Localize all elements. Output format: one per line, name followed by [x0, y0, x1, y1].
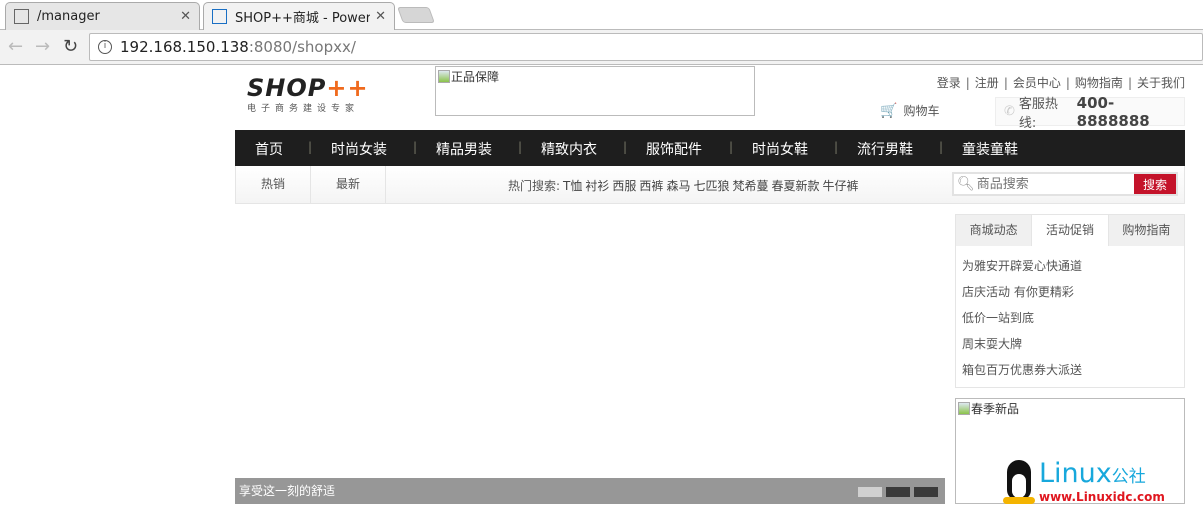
broken-image-icon — [958, 402, 970, 415]
news-item[interactable]: 低价一站到底 — [962, 306, 1184, 332]
cart-icon: 🛒 — [880, 102, 898, 119]
hot-keyword[interactable]: 春夏新款 — [771, 179, 819, 193]
search-icon: 🔍︎ — [957, 176, 975, 192]
broken-image-icon — [438, 70, 450, 83]
hot-keyword[interactable]: 西裤 — [639, 179, 663, 193]
login-link[interactable]: 登录 — [937, 76, 961, 90]
back-icon[interactable]: ← — [8, 36, 23, 57]
watermark-brand-cn: 公社 — [1111, 467, 1146, 487]
nav-item[interactable]: 时尚女装 — [331, 139, 387, 159]
tab-promotions[interactable]: 活动促销 — [1032, 215, 1109, 246]
tab-title: SHOP++商城 - Powere — [235, 11, 370, 26]
slide-indicator[interactable] — [858, 487, 882, 497]
url-path: :8080/shopxx/ — [248, 38, 356, 56]
hot-keyword[interactable]: 衬衫 — [585, 179, 609, 193]
phone-icon: ✆ — [1004, 104, 1015, 119]
search-button[interactable]: 搜索 — [1134, 174, 1176, 194]
url-host: 192.168.150.138 — [120, 38, 249, 56]
browser-toolbar: ← → ↻ i 192.168.150.138:8080/shopxx/ — [0, 30, 1203, 65]
hot-keyword[interactable]: T恤 — [563, 179, 582, 193]
hot-sale-tab[interactable]: 热销 — [236, 166, 311, 203]
cart-link[interactable]: 🛒 购物车 — [880, 102, 939, 119]
sub-nav: 热销 最新 热门搜索:T恤衬衫西服西裤森马七匹狼梵希蔓春夏新款牛仔裤 🔍︎ 搜索 — [235, 166, 1185, 204]
forward-icon[interactable]: → — [35, 36, 50, 57]
news-panel: 商城动态 活动促销 购物指南 为雅安开辟爱心快通道 店庆活动 有你更精彩 低价一… — [955, 214, 1185, 388]
nav-item[interactable]: 精品男装 — [436, 139, 492, 159]
logo-main: SHOP — [247, 74, 327, 102]
nav-item[interactable]: 流行男鞋 — [857, 139, 913, 159]
tab-shopping-guide[interactable]: 购物指南 — [1109, 215, 1184, 246]
hot-keyword[interactable]: 梵希蔓 — [732, 179, 768, 193]
close-tab-icon[interactable]: ✕ — [180, 9, 191, 24]
promo-alt-text: 正品保障 — [451, 70, 500, 84]
penguin-icon — [1003, 458, 1035, 504]
tomcat-favicon-icon — [14, 9, 29, 24]
register-link[interactable]: 注册 — [975, 76, 999, 90]
hot-keyword[interactable]: 牛仔裤 — [823, 179, 859, 193]
tab-title: /manager — [37, 9, 100, 24]
promo-image[interactable]: 正品保障 — [435, 66, 755, 116]
news-item[interactable]: 店庆活动 有你更精彩 — [962, 280, 1184, 306]
hot-keyword[interactable]: 森马 — [666, 179, 690, 193]
slide-indicator[interactable] — [914, 487, 938, 497]
hot-keyword[interactable]: 七匹狼 — [693, 179, 729, 193]
hot-keyword[interactable]: 西服 — [612, 179, 636, 193]
nav-item[interactable]: 时尚女鞋 — [752, 139, 808, 159]
logo-plus: ++ — [326, 74, 369, 102]
shop-logo[interactable]: SHOP++ 电子商务建设专家 — [247, 76, 369, 114]
about-us-link[interactable]: 关于我们 — [1137, 76, 1185, 90]
browser-tab-shop[interactable]: SHOP++商城 - Powere ✕ — [203, 2, 395, 30]
nav-item[interactable]: 童装童鞋 — [962, 139, 1018, 159]
nav-item[interactable]: 精致内衣 — [541, 139, 597, 159]
newest-tab[interactable]: 最新 — [311, 166, 386, 203]
new-tab-button[interactable] — [397, 7, 435, 23]
shop-favicon-icon — [212, 9, 227, 24]
logo-tagline: 电子商务建设专家 — [247, 104, 360, 114]
member-center-link[interactable]: 会员中心 — [1013, 76, 1061, 90]
banner-slider[interactable]: 享受这一刻的舒适 — [235, 214, 945, 504]
hotline: ✆ 客服热线: 400-8888888 — [995, 94, 1185, 131]
news-item[interactable]: 周末耍大牌 — [962, 332, 1184, 358]
main-nav: 首页 | 时尚女装 | 精品男装 | 精致内衣 | 服饰配件 | 时尚女鞋 | 流行男鞋 | … — [235, 130, 1185, 166]
slide-caption: 享受这一刻的舒适 — [235, 478, 945, 504]
hot-searches: 热门搜索: T恤 衬衫 西服 西裤 森马 七匹狼 梵希蔓 春夏新款 牛仔裤 — [508, 177, 859, 194]
address-bar[interactable]: i 192.168.150.138:8080/shopxx/ — [89, 33, 1203, 61]
cart-label: 购物车 — [903, 104, 940, 118]
watermark-brand: Linux — [1039, 458, 1112, 489]
tab-mall-news[interactable]: 商城动态 — [956, 215, 1033, 246]
hotline-label: 客服热线: — [1018, 96, 1058, 131]
hotline-number: 400-8888888 — [1076, 93, 1150, 130]
watermark: Linux公社 www.Linuxidc.com — [1003, 458, 1165, 504]
news-item[interactable]: 箱包百万优惠券大派送 — [962, 358, 1184, 384]
search-box: 🔍︎ 搜索 — [952, 172, 1178, 196]
close-tab-icon[interactable]: ✕ — [375, 9, 386, 24]
nav-item[interactable]: 服饰配件 — [646, 139, 702, 159]
shopping-guide-link[interactable]: 购物指南 — [1075, 76, 1123, 90]
news-item[interactable]: 为雅安开辟爱心快通道 — [962, 254, 1184, 280]
browser-tab-manager[interactable]: /manager ✕ — [5, 2, 200, 30]
top-links: 登录 | 注册 | 会员中心 | 购物指南 | 关于我们 — [936, 76, 1185, 90]
watermark-url: www.Linuxidc.com — [1039, 490, 1165, 504]
slide-indicator[interactable] — [886, 487, 910, 497]
reload-icon[interactable]: ↻ — [63, 36, 78, 57]
new-arrivals-alt-text: 春季新品 — [971, 402, 1020, 416]
hot-search-label: 热门搜索: — [508, 179, 561, 193]
browser-tab-strip: /manager ✕ SHOP++商城 - Powere ✕ — [0, 0, 1203, 30]
info-icon[interactable]: i — [98, 40, 112, 54]
search-input[interactable] — [976, 176, 1137, 192]
nav-item-home[interactable]: 首页 — [255, 139, 283, 159]
